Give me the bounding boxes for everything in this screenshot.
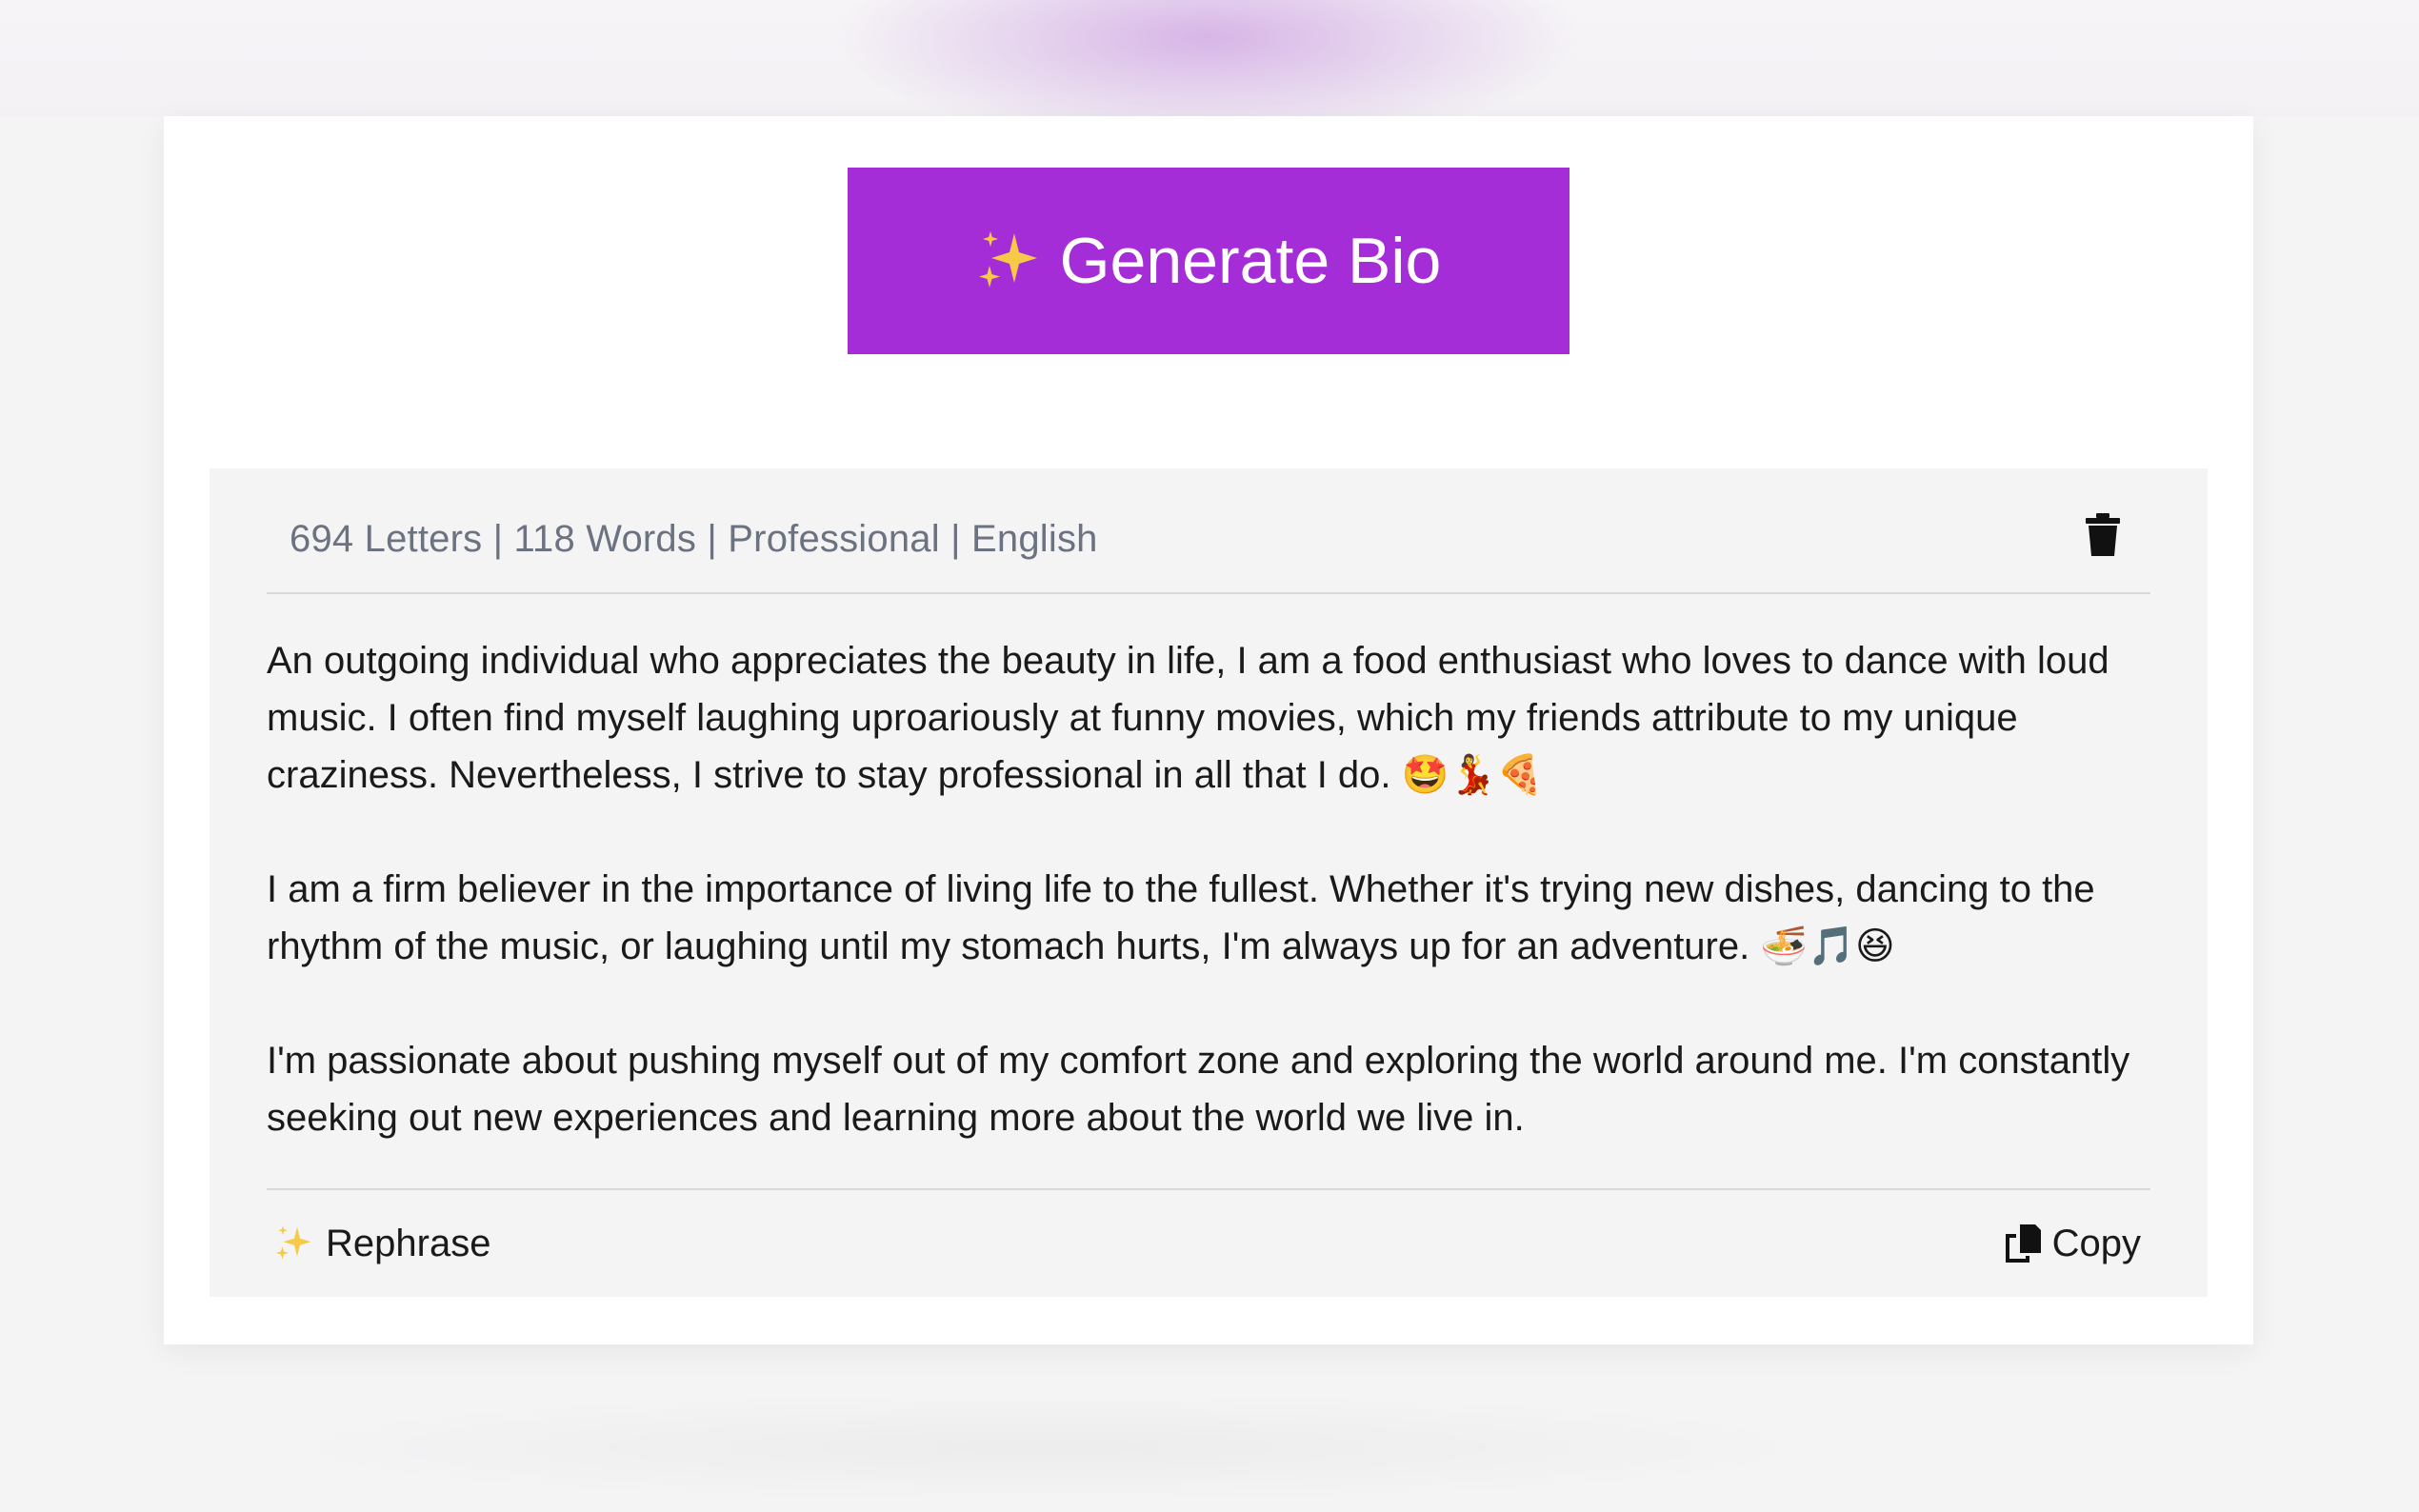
sparkles-icon — [976, 228, 1043, 294]
bio-text: An outgoing individual who appreciates t… — [267, 632, 2150, 1146]
copy-label: Copy — [2051, 1222, 2141, 1264]
bio-result-panel: 694 Letters | 118 Words | Professional |… — [210, 468, 2208, 1297]
bottom-shadow — [229, 1390, 1867, 1504]
result-footer: Rephrase Copy — [267, 1188, 2150, 1295]
bio-generator-card: Generate Bio 694 Letters | 118 Words | P… — [164, 116, 2253, 1344]
generate-bio-label: Generate Bio — [1059, 225, 1442, 297]
sparkles-icon — [274, 1224, 314, 1263]
generate-bio-button[interactable]: Generate Bio — [848, 168, 1569, 354]
header-glow-backdrop — [0, 0, 2419, 116]
copy-icon — [2003, 1223, 2043, 1264]
result-header: 694 Letters | 118 Words | Professional |… — [267, 507, 2150, 594]
rephrase-button[interactable]: Rephrase — [274, 1215, 490, 1272]
bio-paragraph: I'm passionate about pushing myself out … — [267, 1040, 2130, 1139]
trash-icon[interactable] — [2082, 512, 2124, 558]
copy-button[interactable]: Copy — [2003, 1215, 2141, 1272]
bio-paragraph: I am a firm believer in the importance o… — [267, 868, 2095, 967]
bio-paragraph: An outgoing individual who appreciates t… — [267, 640, 2109, 796]
bio-stats: 694 Letters | 118 Words | Professional |… — [290, 518, 1098, 560]
rephrase-label: Rephrase — [326, 1222, 491, 1264]
